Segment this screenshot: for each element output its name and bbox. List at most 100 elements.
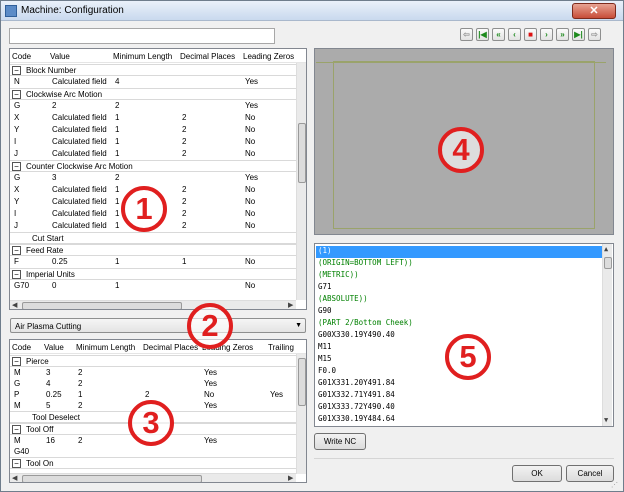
codes-table[interactable]: Code Value Minimum Length Decimal Places Lea… [9,48,307,310]
process-horizontal-scrollbar[interactable]: ◀ ▶ [10,473,296,482]
codes-table-row[interactable]: G 3 2 Yes [10,172,306,184]
nc-line[interactable]: G90 [318,306,332,318]
nc-line[interactable]: G01X331.20Y491.84 [318,378,395,390]
process-header-5[interactable]: Trailing [268,343,294,352]
cancel-button[interactable]: Cancel [566,465,614,482]
codes-table-row[interactable]: X Calculated field 1 2 No [10,112,306,124]
collapse-icon[interactable]: − [12,357,21,366]
title-bar[interactable]: Machine: Configuration ✕ [1,1,623,21]
step-back-icon[interactable]: ‹ [508,28,521,41]
first-icon[interactable]: |◀ [476,28,489,41]
write-nc-button[interactable]: Write NC [314,433,366,450]
codes-group[interactable]: − Imperial Units [10,268,306,280]
process-cell: Yes [204,436,218,445]
codes-cell: 1 [115,185,120,194]
collapse-icon[interactable]: − [12,162,21,171]
collapse-icon[interactable]: − [12,270,21,279]
codes-table-row[interactable]: I Calculated field 1 2 No [10,136,306,148]
codes-horizontal-scrollbar[interactable]: ◀ ▶ [10,300,296,309]
codes-cell: 1 [115,149,120,158]
chevron-down-icon: ▼ [295,322,302,329]
codes-group[interactable]: − Counter Clockwise Arc Motion [10,160,306,172]
nc-line[interactable]: G00X330.19Y490.40 [318,330,395,342]
nc-line[interactable]: M11 [318,342,332,354]
process-cell: 2 [78,436,83,445]
codes-group-label: Cut Start [32,234,64,243]
process-cell: M [14,436,21,445]
process-group[interactable]: − Pierce [10,355,306,367]
collapse-icon[interactable]: − [12,246,21,255]
codes-cell: G [14,173,21,182]
scroll-down-icon[interactable]: ▼ [604,416,608,424]
scroll-up-icon[interactable]: ▲ [604,245,608,253]
codes-header-0[interactable]: Code [12,52,31,61]
codes-table-row[interactable]: G 2 2 Yes [10,100,306,112]
process-cell: 4 [46,379,51,388]
ok-button[interactable]: OK [512,465,562,482]
process-header-1[interactable]: Value [44,343,64,352]
collapse-icon[interactable]: − [12,459,21,468]
codes-table-row[interactable]: Y Calculated field 1 2 No [10,124,306,136]
process-header-2[interactable]: Minimum Length [76,343,135,352]
nc-line[interactable]: G01X333.72Y484.64 [318,426,395,427]
nc-line[interactable]: M15 [318,354,332,366]
codes-cell: 2 [182,209,187,218]
codes-vertical-scrollbar[interactable] [296,63,306,300]
process-cell: No [204,390,215,399]
codes-cell: No [245,149,256,158]
resize-grip-icon[interactable]: ⋰ [611,481,621,491]
codes-header-1[interactable]: Value [50,52,70,61]
codes-table-row[interactable]: N Calculated field 4 Yes [10,76,306,88]
nc-line[interactable]: G01X333.72Y490.40 [318,402,395,414]
process-vertical-scrollbar[interactable] [296,354,306,474]
codes-cell: I [14,137,17,146]
codes-cell: 2 [115,101,120,110]
rewind-icon[interactable]: « [492,28,505,41]
nc-line[interactable]: (ORIGIN=BOTTOM LEFT)) [318,258,413,270]
codes-table-row[interactable]: J Calculated field 1 2 No [10,148,306,160]
codes-group[interactable]: − Clockwise Arc Motion [10,88,306,100]
process-cell: M [14,401,21,410]
close-button[interactable]: ✕ [572,3,616,19]
last-icon[interactable]: ▶| [572,28,585,41]
process-select[interactable]: Air Plasma Cutting ▼ [10,318,306,333]
codes-table-row[interactable]: G70 0 1 No [10,280,306,292]
nc-line[interactable]: (ABSOLUTE)) [318,294,368,306]
nc-line[interactable]: (METRIC)) [318,270,359,282]
collapse-icon[interactable]: − [12,425,21,434]
fast-forward-icon[interactable]: » [556,28,569,41]
name-field[interactable] [9,28,275,44]
nc-line[interactable]: G01X332.71Y491.84 [318,390,395,402]
codes-header-2[interactable]: Minimum Length [113,52,172,61]
process-cell: 3 [46,368,51,377]
collapse-icon[interactable]: − [12,90,21,99]
nc-line[interactable]: G01X330.19Y484.64 [318,414,395,426]
process-cell: 16 [46,436,55,445]
codes-cell: 2 [182,221,187,230]
nc-line[interactable]: F0.0 [318,366,336,378]
back-arrow-icon[interactable]: ⇦ [460,28,473,41]
scroll-right-icon[interactable]: ▶ [288,301,293,309]
codes-cell: 1 [115,209,120,218]
codes-table-row[interactable]: F 0.25 1 1 No [10,256,306,268]
forward-arrow-icon[interactable]: ⇨ [588,28,601,41]
nc-line[interactable]: (1) [316,246,602,258]
scroll-left-icon[interactable]: ◀ [12,474,17,482]
codes-header-3[interactable]: Decimal Places [180,52,235,61]
collapse-icon[interactable]: − [12,66,21,75]
nc-vertical-scrollbar[interactable]: ▲ ▼ [602,244,612,426]
stop-icon[interactable]: ■ [524,28,537,41]
process-header-0[interactable]: Code [12,343,31,352]
codes-header-4[interactable]: Leading Zeros [243,52,294,61]
codes-group[interactable]: − Feed Rate [10,244,306,256]
nc-line[interactable]: (PART 2/Bottom Cheek) [318,318,413,330]
process-group[interactable]: − Tool On [10,457,306,469]
nc-line[interactable]: G71 [318,282,332,294]
scroll-left-icon[interactable]: ◀ [12,301,17,309]
codes-group[interactable]: Cut Start [10,232,306,244]
step-forward-icon[interactable]: › [540,28,553,41]
process-header-3[interactable]: Decimal Places [143,343,198,352]
scroll-right-icon[interactable]: ▶ [288,474,293,482]
codes-group[interactable]: − Block Number [10,64,306,76]
codes-cell: 1 [182,257,187,266]
